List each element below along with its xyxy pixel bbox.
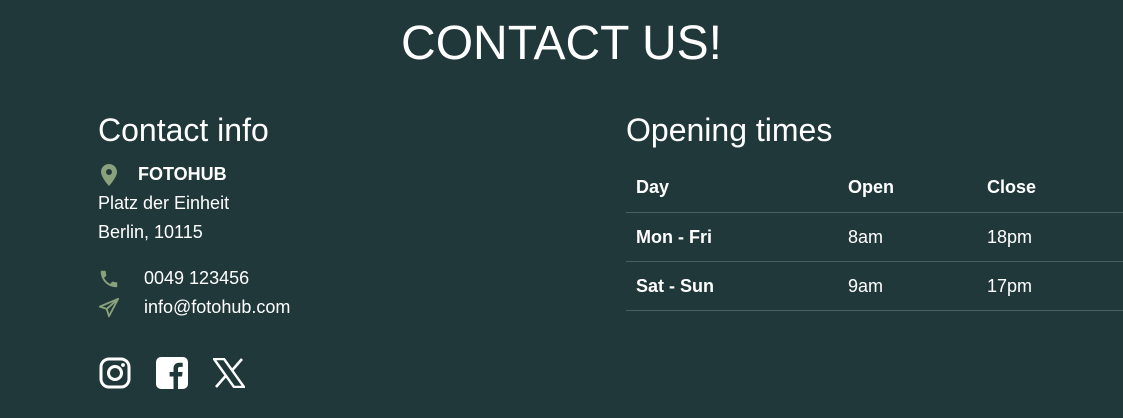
x-icon[interactable] xyxy=(212,356,246,390)
instagram-icon[interactable] xyxy=(98,356,132,390)
company-row: FOTOHUB xyxy=(98,160,558,189)
opening-times-section: Opening times Day Open Close Mon - Fri 8… xyxy=(626,110,1123,311)
row-open: 8am xyxy=(838,212,977,262)
page-title: CONTACT US! xyxy=(401,17,722,70)
column-header-day: Day xyxy=(626,162,838,213)
row-open: 9am xyxy=(838,261,977,311)
opening-times-table: Day Open Close Mon - Fri 8am 18pm Sat - … xyxy=(626,162,1123,311)
table-row: Sat - Sun 9am 17pm xyxy=(626,261,1123,311)
row-close: 17pm xyxy=(977,261,1123,311)
paper-plane-icon xyxy=(98,296,120,320)
row-day: Mon - Fri xyxy=(626,212,838,262)
phone-number[interactable]: 0049 123456 xyxy=(144,264,249,293)
email-address[interactable]: info@fotohub.com xyxy=(144,293,290,322)
row-close: 18pm xyxy=(977,212,1123,262)
column-header-close: Close xyxy=(977,162,1123,213)
contact-info-heading: Contact info xyxy=(98,112,269,148)
table-header-row: Day Open Close xyxy=(626,162,1123,213)
address-line-2: Berlin, 10115 xyxy=(98,222,203,242)
phone-row[interactable]: 0049 123456 xyxy=(98,264,558,293)
row-day: Sat - Sun xyxy=(626,261,838,311)
address-line-1: Platz der Einheit xyxy=(98,193,230,213)
facebook-icon[interactable] xyxy=(155,356,189,390)
table-row: Mon - Fri 8am 18pm xyxy=(626,212,1123,262)
social-links xyxy=(98,356,558,390)
opening-times-heading: Opening times xyxy=(626,112,833,148)
email-row[interactable]: info@fotohub.com xyxy=(98,293,558,322)
phone-icon xyxy=(98,267,120,291)
column-header-open: Open xyxy=(838,162,977,213)
contact-info-section: Contact info FOTOHUB Platz der Einheit B… xyxy=(98,110,558,390)
company-name: FOTOHUB xyxy=(138,164,227,184)
map-pin-icon xyxy=(98,163,120,187)
